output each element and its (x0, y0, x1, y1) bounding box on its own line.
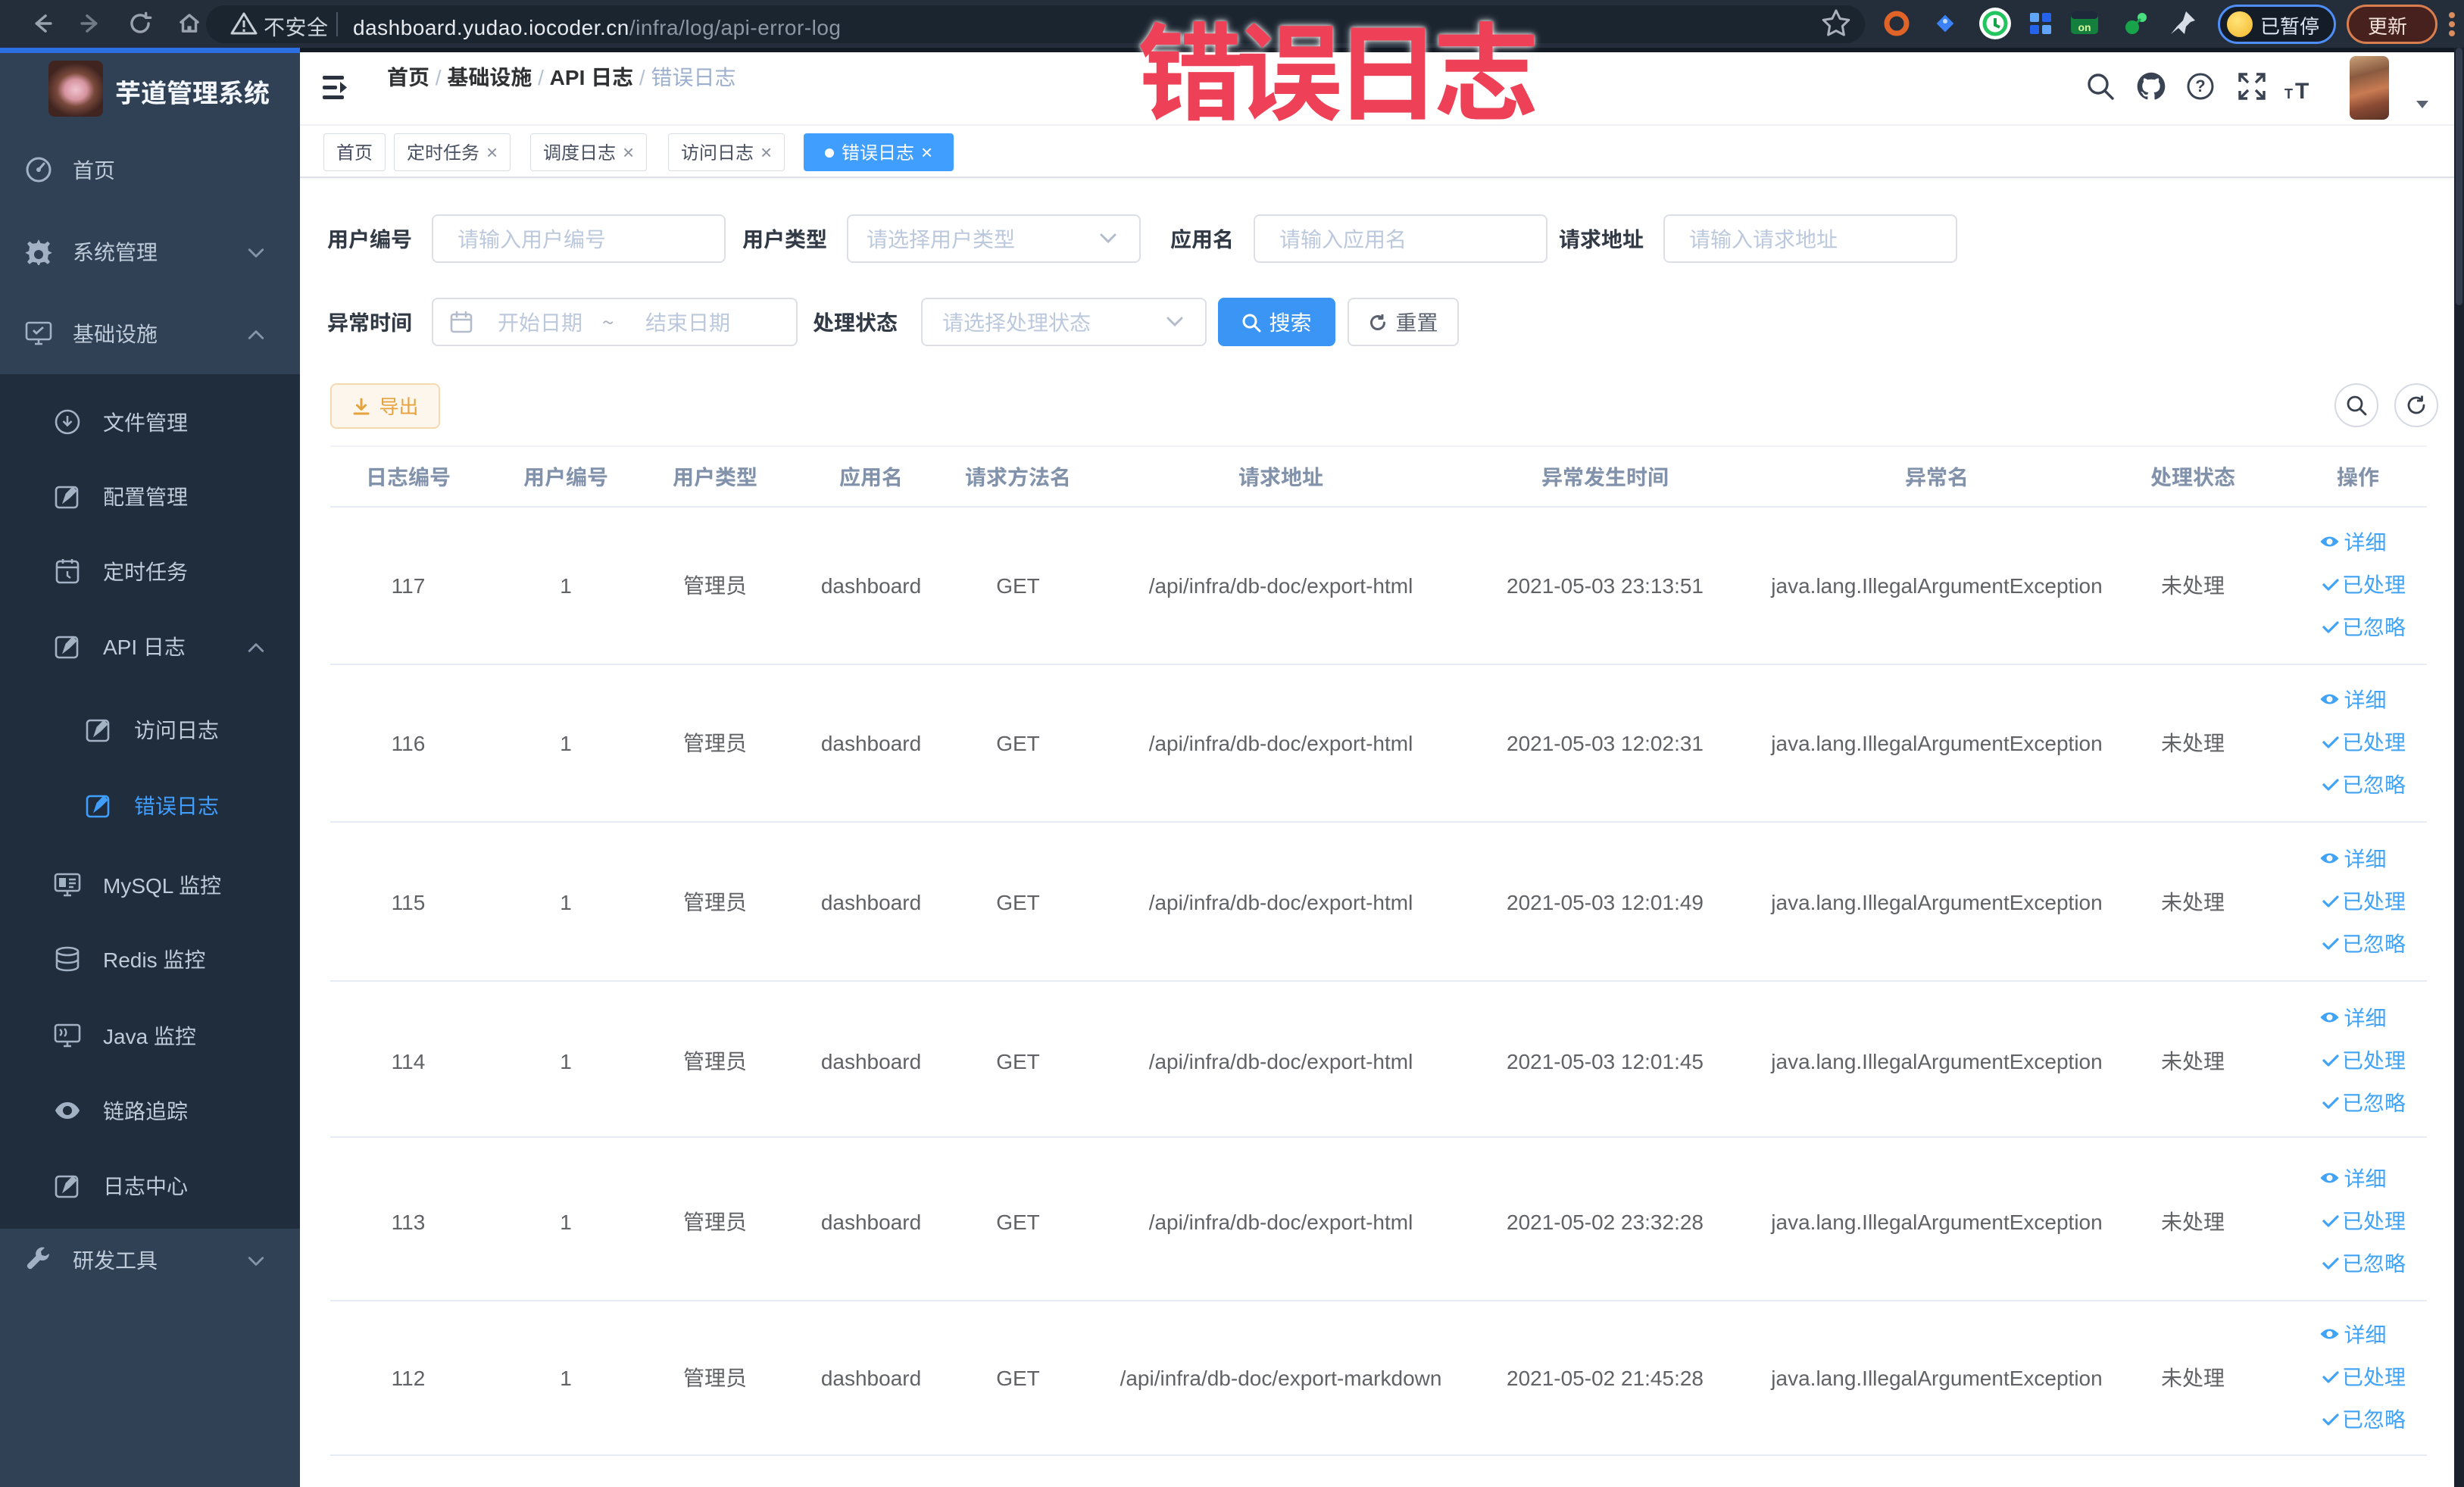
svg-text:on: on (2078, 21, 2091, 33)
svg-text:T: T (2295, 79, 2309, 104)
svg-text:T: T (2284, 86, 2293, 102)
svg-text:?: ? (2195, 77, 2205, 95)
